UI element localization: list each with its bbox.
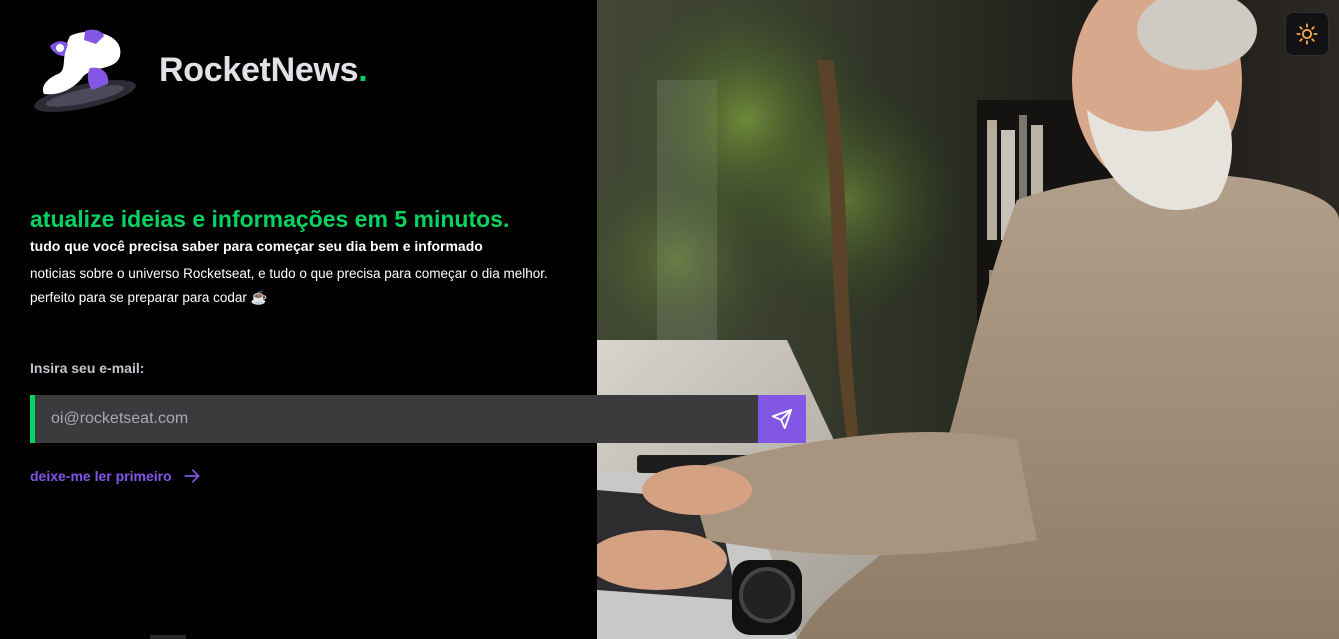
brand-dot: . [358,50,368,89]
description-line-2: perfeito para se preparar para codar ☕ [30,290,268,305]
brand: RocketNews. [30,26,368,114]
email-input[interactable] [30,395,758,443]
description: noticias sobre o universo Rocketseat, e … [30,262,548,310]
headline: atualize ideias e informações em 5 minut… [30,206,510,232]
brand-name: RocketNews. [159,50,368,89]
content-panel: RocketNews. atualize ideias e informaçõe… [0,0,597,639]
hero-photo [597,0,1339,639]
read-first-link[interactable]: deixe-me ler primeiro [30,466,202,486]
man-typing-photo [597,0,1339,639]
rocket-mascot-logo [34,29,136,112]
email-form [30,395,806,443]
arrow-right-icon [184,469,200,483]
description-line-1: noticias sobre o universo Rocketseat, e … [30,266,548,281]
landing-page: RocketNews. atualize ideias e informaçõe… [0,0,1339,639]
subheadline: tudo que você precisa saber para começar… [30,238,483,254]
theme-toggle-button[interactable] [1285,12,1329,56]
scroll-indicator [150,635,186,639]
send-icon [771,408,793,430]
send-button[interactable] [758,395,806,443]
email-label: Insira seu e-mail: [30,360,145,376]
sun-icon [1296,23,1318,45]
read-first-label: deixe-me ler primeiro [30,468,172,484]
